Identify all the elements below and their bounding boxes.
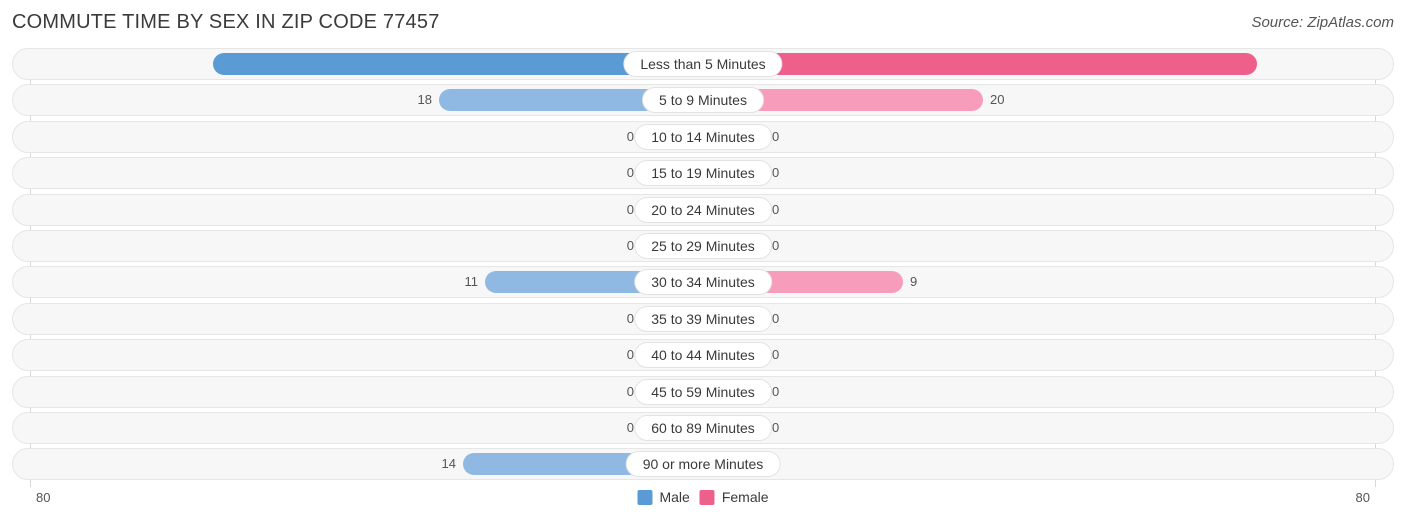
bar-value-male: 0: [626, 310, 634, 326]
legend-label-female: Female: [721, 489, 769, 505]
chart-row: 0 0 40 to 44 Minutes: [12, 339, 1394, 372]
row-category-label: 45 to 59 Minutes: [634, 378, 772, 405]
legend-item-female[interactable]: Female: [699, 489, 769, 505]
bar-value-female: 0: [772, 383, 780, 399]
chart-row: 11 9 30 to 34 Minutes: [12, 266, 1394, 299]
chart-header: COMMUTE TIME BY SEX IN ZIP CODE 77457 So…: [0, 0, 1406, 45]
row-category-label: Less than 5 Minutes: [623, 51, 783, 77]
bar-value-male: 0: [626, 383, 634, 399]
chart-footer: 80 Male Female 80: [0, 486, 1406, 523]
chart-row: 0 0 15 to 19 Minutes: [12, 157, 1394, 190]
bar-value-female: 0: [772, 310, 780, 326]
bar-female[interactable]: 61: [703, 53, 1257, 75]
chart-row: 18 20 5 to 9 Minutes: [12, 84, 1394, 117]
chart-row: 0 0 45 to 59 Minutes: [12, 375, 1394, 408]
page-title: COMMUTE TIME BY SEX IN ZIP CODE 77457: [12, 11, 440, 33]
bar-value-female: 0: [772, 128, 780, 144]
source-attribution: Source: ZipAtlas.com: [1251, 14, 1394, 31]
bar-value-female: 9: [910, 274, 918, 290]
bar-value-male: 0: [626, 201, 634, 217]
legend-swatch-female: [699, 489, 715, 505]
bar-value-male: 0: [626, 420, 634, 435]
commute-time-chart: COMMUTE TIME BY SEX IN ZIP CODE 77457 So…: [0, 0, 1406, 523]
bar-value-female: 0: [772, 420, 780, 435]
chart-row: 0 0 20 to 24 Minutes: [12, 193, 1394, 226]
legend-swatch-male: [637, 489, 653, 505]
bar-value-male: 0: [626, 238, 634, 253]
row-category-label: 90 or more Minutes: [625, 451, 781, 478]
row-category-label: 40 to 44 Minutes: [634, 342, 772, 369]
chart-row: 0 0 35 to 39 Minutes: [12, 302, 1394, 335]
bar-value-male: 0: [626, 128, 634, 144]
chart-row: 0 0 10 to 14 Minutes: [12, 120, 1394, 153]
row-category-label: 60 to 89 Minutes: [634, 415, 772, 441]
axis-max-right: 80: [1355, 490, 1370, 505]
bar-value-female: 20: [990, 92, 1005, 108]
bar-value-female: 0: [772, 165, 780, 181]
row-category-label: 10 to 14 Minutes: [634, 123, 772, 150]
row-category-label: 25 to 29 Minutes: [634, 233, 772, 259]
bar-value-male: 0: [626, 165, 634, 181]
chart-legend: Male Female: [637, 489, 769, 505]
bar-value-male: 0: [626, 347, 634, 363]
row-category-label: 15 to 19 Minutes: [634, 160, 772, 187]
legend-label-male: Male: [659, 489, 690, 505]
row-category-label: 20 to 24 Minutes: [634, 196, 772, 223]
row-category-label: 5 to 9 Minutes: [642, 87, 764, 114]
chart-row: 0 0 60 to 89 Minutes: [12, 412, 1394, 444]
bar-value-male: 18: [417, 92, 432, 108]
row-category-label: 35 to 39 Minutes: [634, 305, 772, 332]
bar-value-male: 14: [441, 456, 456, 472]
row-category-label: 30 to 34 Minutes: [634, 269, 772, 296]
chart-row: 0 0 25 to 29 Minutes: [12, 230, 1394, 262]
bar-value-female: 0: [772, 201, 780, 217]
bar-value-female: 0: [772, 238, 780, 253]
chart-row: 14090 or more Minutes: [12, 448, 1394, 481]
bar-value-male: 11: [464, 274, 479, 290]
chart-row: 5261Less than 5 Minutes: [12, 48, 1394, 80]
bar-value-female: 0: [772, 347, 780, 363]
legend-item-male[interactable]: Male: [637, 489, 690, 505]
chart-plot-area: 5261Less than 5 Minutes 18 20 5 to 9 Minute…: [0, 48, 1406, 487]
axis-max-left: 80: [36, 490, 51, 505]
